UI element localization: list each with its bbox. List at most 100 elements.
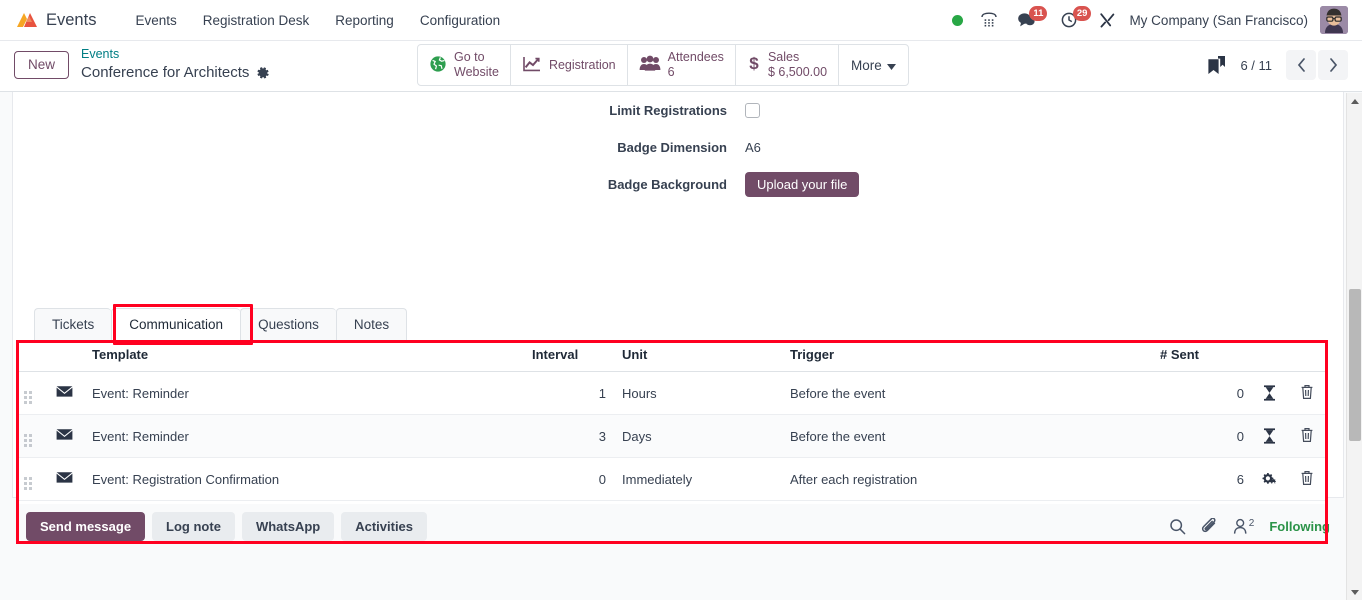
cell-unit[interactable]: Immediately xyxy=(614,457,782,501)
header-handle xyxy=(16,340,48,372)
cell-sent[interactable]: 0 xyxy=(1152,371,1252,415)
delete-row-button[interactable] xyxy=(1286,457,1328,501)
tools-icon[interactable] xyxy=(1091,5,1123,35)
cell-template[interactable]: Event: Reminder xyxy=(84,371,524,415)
record-title-row: Conference for Architects xyxy=(81,63,270,83)
hourglass-icon[interactable] xyxy=(1252,371,1286,415)
bookmark-icon[interactable] xyxy=(1207,55,1226,75)
header-interval[interactable]: Interval xyxy=(524,340,614,372)
odoo-logo-icon[interactable] xyxy=(14,9,40,31)
cell-interval[interactable]: 0 xyxy=(524,457,614,501)
vertical-scrollbar[interactable] xyxy=(1346,93,1362,600)
header-sent[interactable]: # Sent xyxy=(1152,340,1252,372)
mail-template-icon-cell xyxy=(48,414,84,458)
row-drag-handle[interactable] xyxy=(16,371,48,415)
chatter-buttons: Send message Log note WhatsApp Activitie… xyxy=(26,512,428,541)
upload-your-file-button[interactable]: Upload your file xyxy=(745,172,860,197)
cell-template[interactable]: Event: Registration Confirmation xyxy=(84,457,524,501)
cell-interval[interactable]: 1 xyxy=(524,371,614,415)
field-label: Limit Registrations xyxy=(609,103,727,118)
envelope-icon xyxy=(56,428,73,441)
header-unit[interactable]: Unit xyxy=(614,340,782,372)
messages-icon[interactable]: 11 xyxy=(1005,5,1048,35)
menu-item-configuration[interactable]: Configuration xyxy=(407,7,513,34)
more-dropdown-button[interactable]: More xyxy=(839,45,908,85)
header-status-icon xyxy=(1252,340,1286,372)
table-header-row: Template Interval Unit Trigger # Sent xyxy=(16,340,1328,372)
cell-trigger[interactable]: Before the event xyxy=(782,371,1152,415)
limit-registrations-checkbox[interactable] xyxy=(745,103,760,118)
badge-dimension-value[interactable]: A6 xyxy=(745,140,761,155)
table-row[interactable]: Event: Reminder 3 Days Before the event … xyxy=(16,414,1328,458)
table-row[interactable]: Event: Registration Confirmation 0 Immed… xyxy=(16,457,1328,501)
user-avatar[interactable] xyxy=(1320,6,1348,34)
activities-button[interactable]: Activities xyxy=(341,512,428,541)
dialpad-icon[interactable] xyxy=(973,5,1005,35)
menu-item-reporting[interactable]: Reporting xyxy=(322,7,407,34)
company-switcher[interactable]: My Company (San Francisco) xyxy=(1123,13,1318,28)
pager-counter[interactable]: 6 / 11 xyxy=(1240,58,1272,73)
cell-unit[interactable]: Days xyxy=(614,414,782,458)
chevron-down-icon xyxy=(886,58,896,73)
pager-previous-button[interactable] xyxy=(1286,50,1316,80)
stat-button-sales[interactable]: $ Sales $ 6,500.00 xyxy=(736,45,840,85)
header-delete xyxy=(1286,340,1328,372)
table-row[interactable]: Event: Reminder 1 Hours Before the event… xyxy=(16,371,1328,415)
main-menu: Events Registration Desk Reporting Confi… xyxy=(122,7,513,34)
cogs-icon[interactable] xyxy=(1252,457,1286,501)
attachment-paperclip-icon[interactable] xyxy=(1201,517,1218,536)
send-message-button[interactable]: Send message xyxy=(26,512,146,541)
svg-text:$: $ xyxy=(749,54,759,73)
left-gutter xyxy=(0,92,12,600)
chatter-toolbar: Send message Log note WhatsApp Activitie… xyxy=(26,512,1330,541)
stat-label-line1: Registration xyxy=(548,57,616,72)
menu-item-events[interactable]: Events xyxy=(122,7,189,34)
search-icon[interactable] xyxy=(1169,518,1186,535)
scrollbar-thumb[interactable] xyxy=(1349,289,1361,441)
cell-trigger[interactable]: After each registration xyxy=(782,457,1152,501)
stat-buttons-group: Go to Website Registration Attendees 6 $… xyxy=(417,44,909,86)
followers-count[interactable]: 2 xyxy=(1233,518,1254,535)
header-trigger[interactable]: Trigger xyxy=(782,340,1152,372)
cell-unit[interactable]: Hours xyxy=(614,371,782,415)
scroll-up-arrow[interactable] xyxy=(1347,93,1362,109)
menu-item-registration-desk[interactable]: Registration Desk xyxy=(190,7,323,34)
new-button[interactable]: New xyxy=(14,50,70,80)
field-badge-background: Badge Background Upload your file xyxy=(600,166,1120,203)
cell-trigger[interactable]: Before the event xyxy=(782,414,1152,458)
presence-status-icon[interactable] xyxy=(941,5,973,35)
breadcrumb-parent-events[interactable]: Events xyxy=(81,47,270,63)
activities-clock-icon[interactable]: 29 xyxy=(1047,5,1092,35)
stat-label-line2: Website xyxy=(454,65,499,79)
gear-icon[interactable] xyxy=(256,66,270,80)
tab-notes[interactable]: Notes xyxy=(335,308,408,340)
hourglass-icon[interactable] xyxy=(1252,414,1286,458)
form-fields-group: Limit Registrations Badge Dimension A6 B… xyxy=(600,92,1120,203)
delete-row-button[interactable] xyxy=(1286,371,1328,415)
breadcrumb: Events Conference for Architects xyxy=(81,47,270,82)
scroll-down-arrow[interactable] xyxy=(1347,584,1362,600)
row-drag-handle[interactable] xyxy=(16,457,48,501)
row-drag-handle[interactable] xyxy=(16,414,48,458)
tab-questions[interactable]: Questions xyxy=(240,308,336,340)
field-badge-dimension: Badge Dimension A6 xyxy=(600,129,1120,166)
stat-label-line1: Attendees xyxy=(667,50,724,65)
cell-sent[interactable]: 6 xyxy=(1152,457,1252,501)
stat-button-go-to-website[interactable]: Go to Website xyxy=(418,45,511,85)
cell-sent[interactable]: 0 xyxy=(1152,414,1252,458)
app-name[interactable]: Events xyxy=(46,11,96,30)
cell-interval[interactable]: 3 xyxy=(524,414,614,458)
stat-button-registration[interactable]: Registration xyxy=(511,45,628,85)
following-status[interactable]: Following xyxy=(1269,519,1330,534)
cell-template[interactable]: Event: Reminder xyxy=(84,414,524,458)
tab-tickets[interactable]: Tickets xyxy=(34,308,112,340)
stat-button-attendees[interactable]: Attendees 6 xyxy=(628,45,736,85)
tab-communication[interactable]: Communication xyxy=(111,308,241,340)
top-navbar: Events Events Registration Desk Reportin… xyxy=(0,0,1362,40)
pager-next-button[interactable] xyxy=(1318,50,1348,80)
delete-row-button[interactable] xyxy=(1286,414,1328,458)
header-template[interactable]: Template xyxy=(84,340,524,372)
chatter: Send message Log note WhatsApp Activitie… xyxy=(12,504,1344,541)
whatsapp-button[interactable]: WhatsApp xyxy=(241,512,335,541)
log-note-button[interactable]: Log note xyxy=(152,512,235,541)
